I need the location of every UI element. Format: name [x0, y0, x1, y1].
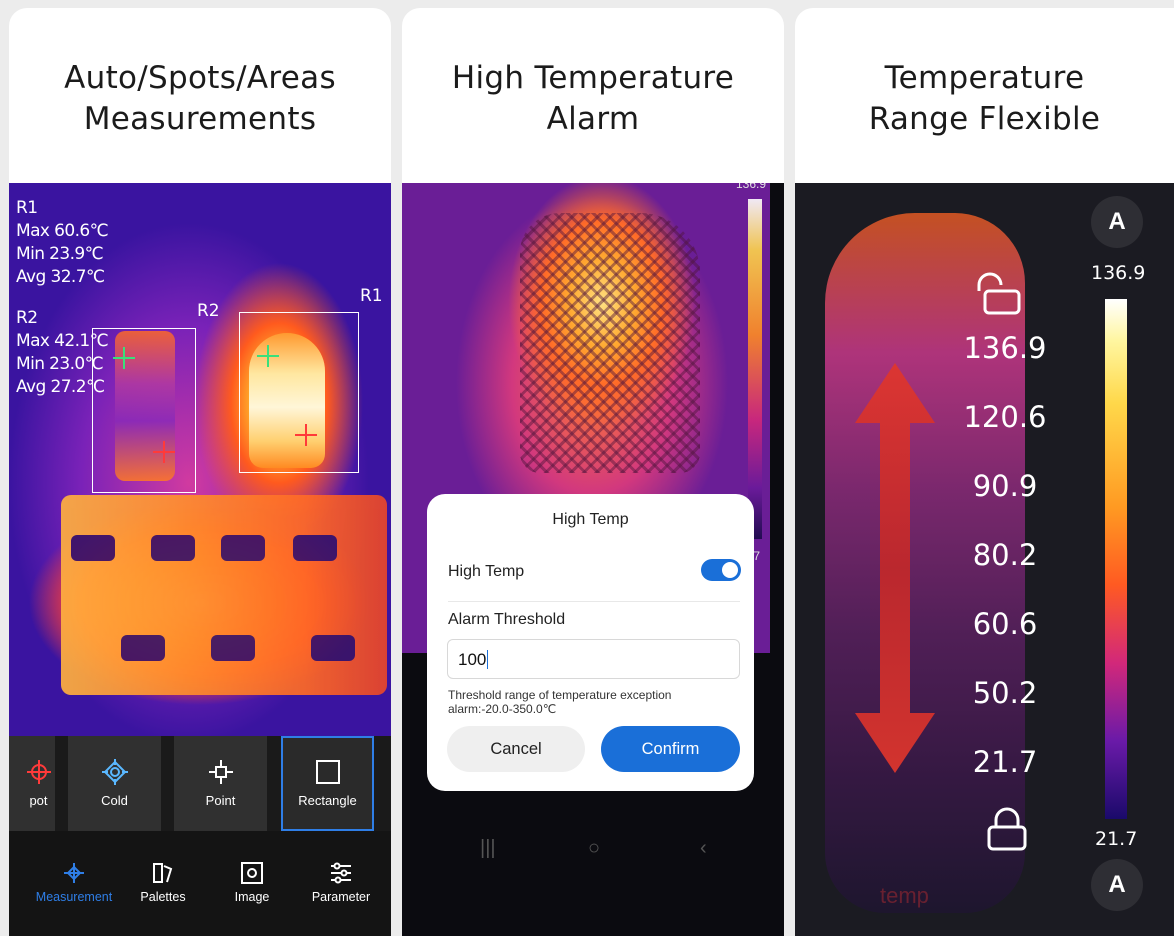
- thermal-view[interactable]: 136.9 .7 High Temp High Temp Alarm Thres…: [402, 183, 784, 936]
- threshold-input[interactable]: 100: [447, 639, 740, 679]
- range-value[interactable]: 80.2: [955, 538, 1055, 572]
- color-scale-bar: [748, 199, 762, 539]
- unlock-icon[interactable]: [973, 271, 1023, 317]
- nav-parameter[interactable]: Parameter: [296, 861, 386, 904]
- bottom-nav: Measurement Palettes Image Parameter: [9, 831, 391, 936]
- measure-rect-r2[interactable]: [92, 328, 196, 493]
- panel-title: Auto/Spots/Areas Measurements: [64, 60, 336, 137]
- tool-rectangle[interactable]: Rectangle: [281, 736, 374, 831]
- auto-range-top-button[interactable]: A: [1091, 196, 1143, 248]
- rect-label-r1: R1: [360, 286, 383, 306]
- threshold-hint: Threshold range of temperature exception…: [448, 688, 672, 716]
- point-icon: [208, 760, 233, 784]
- range-value[interactable]: 50.2: [955, 676, 1055, 710]
- home-icon[interactable]: ○: [588, 837, 600, 860]
- tool-point[interactable]: Point: [174, 736, 267, 831]
- panel-title: High Temperature Alarm: [451, 60, 735, 137]
- range-value[interactable]: 136.9: [955, 331, 1055, 365]
- scale-max-label: 136.9: [736, 183, 767, 191]
- scale-min-label: 21.7: [1095, 828, 1138, 850]
- rectangle-icon: [315, 760, 340, 784]
- color-scale-bar: [1105, 299, 1127, 819]
- hot-spot-icon: [26, 760, 51, 784]
- text-caret: [487, 650, 489, 669]
- cold-marker-icon: [257, 345, 279, 367]
- nav-image[interactable]: Image: [207, 861, 297, 904]
- rect-label-r2: R2: [197, 301, 220, 321]
- lock-icon[interactable]: [985, 805, 1029, 853]
- faint-label: temp: [880, 883, 929, 908]
- high-temp-toggle[interactable]: [701, 559, 741, 581]
- range-value[interactable]: 21.7: [955, 745, 1055, 779]
- measurement-toolbar: pot Cold Point Rectangle: [9, 736, 391, 831]
- panel-temperature-range: Temperature Range Flexible A 136.9 21.7 …: [795, 8, 1174, 936]
- back-icon[interactable]: ‹: [700, 837, 707, 860]
- recents-icon[interactable]: |||: [480, 837, 496, 860]
- crosshair-icon: [64, 863, 84, 883]
- high-temp-dialog: High Temp High Temp Alarm Threshold 100 …: [427, 494, 754, 791]
- auto-range-bottom-button[interactable]: A: [1091, 859, 1143, 911]
- thermal-view[interactable]: A 136.9 21.7 A 136.9 120.6 90.9 80.2 60.…: [795, 183, 1174, 936]
- cold-marker-icon: [113, 347, 135, 369]
- image-icon: [241, 862, 263, 884]
- nav-measurement[interactable]: Measurement: [29, 861, 119, 904]
- nav-palettes[interactable]: Palettes: [118, 861, 208, 904]
- thermal-object: [61, 495, 387, 695]
- range-value[interactable]: 120.6: [955, 400, 1055, 434]
- threshold-label: Alarm Threshold: [448, 611, 566, 628]
- toggle-label: High Temp: [448, 563, 525, 580]
- cancel-button[interactable]: Cancel: [447, 726, 585, 772]
- range-value[interactable]: 90.9: [955, 469, 1055, 503]
- thermal-object: [520, 213, 700, 473]
- divider: [448, 601, 740, 602]
- hot-marker-icon: [295, 424, 317, 446]
- hot-marker-icon: [153, 441, 175, 463]
- r1-readout: R1 Max 60.6℃ Min 23.9℃ Avg 32.7℃: [16, 198, 109, 287]
- system-nav-bar: ||| ○ ‹: [402, 823, 784, 883]
- range-arrow-icon: [855, 363, 935, 773]
- thermal-view[interactable]: R1 Max 60.6℃ Min 23.9℃ Avg 32.7℃ R2 Max …: [9, 183, 391, 936]
- cold-spot-icon: [101, 759, 128, 785]
- tool-hot-spot[interactable]: pot: [9, 736, 55, 831]
- sliders-icon: [331, 862, 351, 884]
- panel-measurements: Auto/Spots/Areas Measurements R1 Max 60.…: [9, 8, 391, 936]
- panel-alarm: High Temperature Alarm 136.9 .7 High Tem…: [402, 8, 784, 936]
- scale-max-label: 136.9: [1091, 262, 1146, 284]
- panel-title: Temperature Range Flexible: [868, 60, 1101, 137]
- palette-icon: [153, 863, 173, 883]
- tool-cold[interactable]: Cold: [68, 736, 161, 831]
- measure-rect-r1[interactable]: [239, 312, 359, 473]
- confirm-button[interactable]: Confirm: [601, 726, 740, 772]
- range-value[interactable]: 60.6: [955, 607, 1055, 641]
- dialog-title: High Temp: [552, 511, 629, 528]
